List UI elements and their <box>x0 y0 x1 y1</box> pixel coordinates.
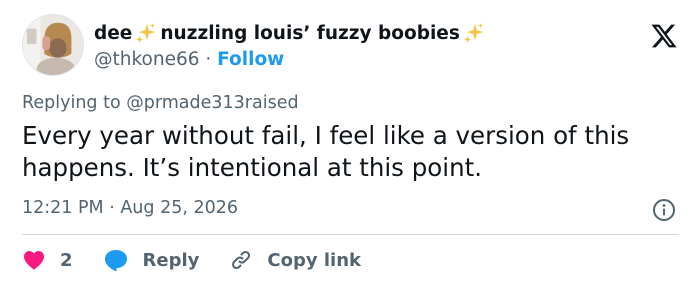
follow-button[interactable]: Follow <box>217 49 284 70</box>
reply-bubble-icon <box>104 250 127 272</box>
replying-to-mention[interactable]: @prmade313raised <box>126 93 298 113</box>
link-icon <box>232 250 251 270</box>
tweet-header: dee nuzzling louis’ fuzzy boobies @thkon… <box>22 14 682 76</box>
display-name-first: dee <box>94 22 133 44</box>
tweet-timestamp[interactable]: 12:21 PM · Aug 25, 2026 <box>22 198 238 218</box>
copy-link-button[interactable]: Copy link <box>229 248 361 272</box>
sparkles-icon <box>463 22 485 44</box>
avatar[interactable] <box>22 14 84 76</box>
reply-button[interactable]: Reply <box>103 248 200 272</box>
reply-label: Reply <box>142 249 200 271</box>
x-logo-icon[interactable] <box>650 22 678 50</box>
divider <box>22 234 679 235</box>
user-names: dee nuzzling louis’ fuzzy boobies @thkon… <box>94 20 488 70</box>
heart-icon <box>24 251 44 270</box>
display-name-second: nuzzling louis’ fuzzy boobies <box>160 22 460 44</box>
like-count: 2 <box>60 249 73 271</box>
replying-to-prefix: Replying to <box>22 93 121 113</box>
user-handle[interactable]: @thkone66 <box>94 49 200 70</box>
display-name[interactable]: dee nuzzling louis’ fuzzy boobies <box>94 20 488 46</box>
replying-to: Replying to @prmade313raised <box>22 93 299 113</box>
separator-dot: · <box>205 49 212 70</box>
action-bar: 2 Reply Copy link <box>22 246 361 274</box>
copy-link-label: Copy link <box>267 249 361 271</box>
like-button[interactable]: 2 <box>22 248 73 272</box>
tweet-text: Every year without fail, I feel like a v… <box>22 121 630 182</box>
info-icon[interactable] <box>652 198 676 222</box>
sparkles-icon <box>135 22 157 44</box>
handle-row: @thkone66 · Follow <box>94 49 488 70</box>
